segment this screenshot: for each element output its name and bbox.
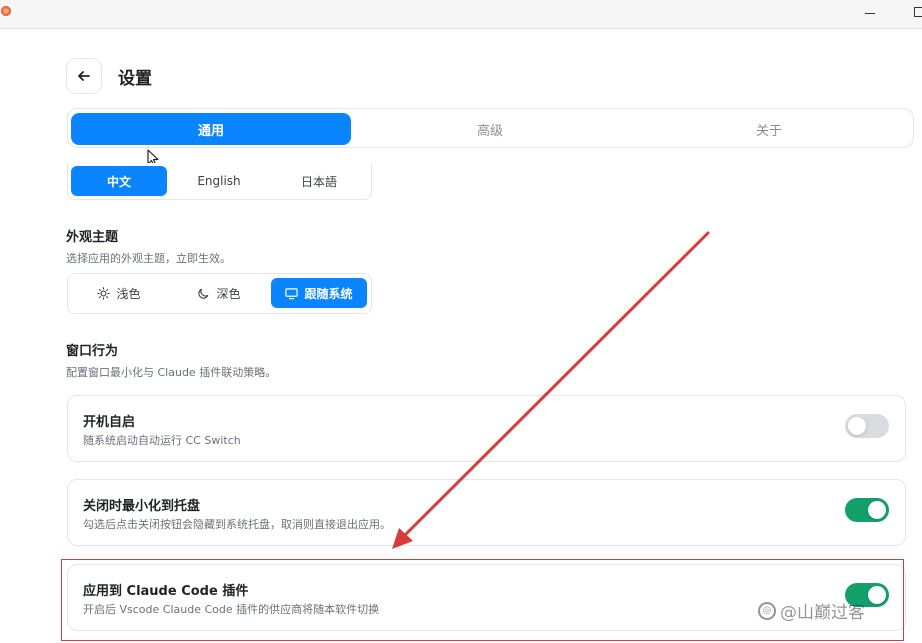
setting-card-minimize-to-tray: 关闭时最小化到托盘 勾选后点击关闭按钮会隐藏到系统托盘，取消则直接退出应用。: [67, 479, 906, 546]
back-button[interactable]: [66, 58, 102, 94]
theme-option-label: 跟随系统: [304, 286, 353, 301]
theme-option-light[interactable]: 浅色: [71, 278, 167, 308]
sun-icon: [97, 286, 111, 300]
theme-selector: 浅色 深色 跟随系统: [67, 273, 372, 314]
language-option-en[interactable]: English: [171, 166, 267, 196]
setting-description: 随系统启动自动运行 CC Switch: [83, 434, 241, 447]
app-logo-icon: [0, 5, 12, 17]
watermark-text: @山巅过客: [780, 603, 865, 623]
title-bar: [0, 0, 922, 29]
theme-option-dark[interactable]: 深色: [171, 278, 267, 308]
moon-icon: [198, 288, 209, 299]
setting-description: 勾选后点击关闭按钮会隐藏到系统托盘，取消则直接退出应用。: [83, 518, 391, 531]
language-option-ja[interactable]: 日本語: [271, 166, 367, 196]
tab-about[interactable]: 关于: [629, 113, 909, 145]
window-behavior-description: 配置窗口最小化与 Claude 插件联动策略。: [66, 366, 277, 379]
language-option-zh[interactable]: 中文: [71, 166, 167, 196]
minimize-icon[interactable]: [865, 13, 875, 14]
watermark-logo-icon: ◎: [758, 601, 776, 620]
theme-option-system[interactable]: 跟随系统: [271, 278, 367, 308]
appearance-title: 外观主题: [66, 230, 119, 245]
maximize-icon[interactable]: [914, 7, 922, 17]
theme-option-label: 深色: [216, 286, 241, 301]
monitor-icon: [285, 287, 299, 299]
window-behavior-title: 窗口行为: [66, 344, 119, 359]
arrow-left-icon: [78, 71, 90, 81]
tab-bar: 通用 高级 关于: [67, 108, 914, 148]
tab-advanced[interactable]: 高级: [350, 113, 630, 145]
toggle-knob: [868, 501, 886, 519]
language-selector: 中文 English 日本語: [67, 163, 372, 200]
setting-card-autostart: 开机自启 随系统启动自动运行 CC Switch: [67, 395, 906, 462]
annotation-arrow-icon: [392, 231, 710, 549]
setting-title: 开机自启: [83, 415, 136, 430]
theme-option-label: 浅色: [116, 286, 141, 301]
autostart-toggle[interactable]: [845, 414, 889, 438]
page-title: 设置: [118, 69, 152, 89]
setting-title: 关闭时最小化到托盘: [83, 499, 201, 514]
tab-general[interactable]: 通用: [71, 113, 351, 145]
minimize-to-tray-toggle[interactable]: [845, 498, 889, 522]
watermark: ◎ @山巅过客: [758, 598, 865, 623]
toggle-knob: [848, 417, 866, 435]
appearance-description: 选择应用的外观主题，立即生效。: [66, 252, 231, 265]
